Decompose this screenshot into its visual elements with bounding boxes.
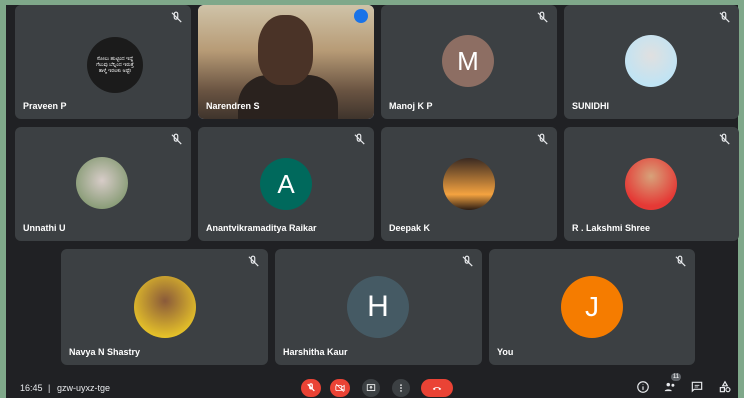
participant-name: You	[497, 347, 514, 357]
participant-tile-manoj[interactable]: M Manoj K P	[381, 5, 557, 119]
present-icon	[366, 384, 376, 391]
participant-tile-you[interactable]: J You	[489, 249, 695, 365]
camera-toggle-button[interactable]	[330, 379, 350, 397]
mic-toggle-button[interactable]	[301, 379, 321, 397]
meeting-time: 16:45	[20, 383, 43, 393]
mic-off-icon	[719, 11, 730, 23]
mic-off-icon	[675, 255, 686, 267]
mic-off-icon	[171, 133, 182, 145]
present-screen-button[interactable]	[362, 379, 380, 397]
people-icon[interactable]	[663, 380, 677, 394]
video-face	[258, 15, 313, 85]
more-vert-icon	[400, 384, 402, 392]
participant-tile-unnathi[interactable]: Unnathi U	[15, 127, 191, 241]
mic-off-icon	[462, 255, 473, 267]
phone-hangup-icon	[432, 386, 442, 391]
participant-tile-harshitha[interactable]: H Harshitha Kaur	[275, 249, 482, 365]
meeting-separator: |	[48, 383, 51, 393]
participant-avatar	[625, 35, 677, 87]
camera-off-icon	[335, 383, 345, 393]
bottom-bar: 16:45 | gzw-uyxz-tge	[0, 375, 744, 398]
participant-name: Anantvikramaditya Raikar	[206, 223, 317, 233]
mic-off-icon	[354, 133, 365, 145]
participant-tile-anantvikramaditya[interactable]: A Anantvikramaditya Raikar	[198, 127, 374, 241]
speaking-indicator-icon	[354, 9, 368, 23]
participant-avatar: A	[260, 158, 312, 210]
avatar-letter: H	[367, 290, 389, 323]
more-options-button[interactable]	[392, 379, 410, 397]
leave-call-button[interactable]	[421, 379, 453, 397]
participant-name: SUNIDHI	[572, 101, 610, 111]
participant-name: Praveen P	[23, 101, 67, 111]
mic-off-icon	[248, 255, 259, 267]
participant-avatar: J	[561, 276, 623, 338]
info-icon[interactable]	[636, 380, 650, 394]
participant-avatar: H	[347, 276, 409, 338]
participant-name: Narendren S	[206, 101, 260, 111]
participant-avatar	[625, 158, 677, 210]
participant-name: Deepak K	[389, 223, 431, 233]
mic-off-icon	[537, 133, 548, 145]
participant-avatar	[76, 157, 128, 209]
avatar-letter: M	[457, 45, 479, 76]
participant-tile-deepak[interactable]: Deepak K	[381, 127, 557, 241]
participant-avatar: ಸೋಲು ಹುಟ್ಟಿಂದ ಇದ್ದೆ ಗೆಲುವು ಬೆನ್ನಿಂದ ಇರುತ…	[87, 37, 143, 93]
participant-avatar	[134, 276, 196, 338]
activities-icon[interactable]	[718, 380, 732, 394]
participant-name: Manoj K P	[389, 101, 433, 111]
participant-avatar	[443, 158, 495, 210]
mic-off-icon	[537, 11, 548, 23]
participant-tile-sunidhi[interactable]: SUNIDHI	[564, 5, 739, 119]
participant-name: Navya N Shastry	[69, 347, 141, 357]
participant-tile-narendren[interactable]: Narendren S	[198, 5, 374, 119]
participant-tile-navya[interactable]: Navya N Shastry	[61, 249, 268, 365]
participant-tile-lakshmi[interactable]: R . Lakshmi Shree	[564, 127, 739, 241]
avatar-letter: A	[277, 168, 295, 199]
participant-tile-praveen[interactable]: ಸೋಲು ಹುಟ್ಟಿಂದ ಇದ್ದೆ ಗೆಲುವು ಬೆನ್ನಿಂದ ಇರುತ…	[15, 5, 191, 119]
avatar-image-text: ಸೋಲು ಹುಟ್ಟಿಂದ ಇದ್ದೆ ಗೆಲುವು ಬೆನ್ನಿಂದ ಇರುತ…	[96, 56, 134, 74]
participant-name: Harshitha Kaur	[283, 347, 348, 357]
avatar-letter: J	[585, 291, 599, 322]
meeting-code: gzw-uyxz-tge	[57, 383, 111, 393]
chat-icon[interactable]	[690, 380, 704, 394]
mic-off-icon	[307, 383, 315, 392]
participant-avatar: M	[442, 35, 494, 87]
participant-name: R . Lakshmi Shree	[572, 223, 651, 233]
participant-name: Unnathi U	[23, 223, 66, 233]
mic-off-icon	[171, 11, 182, 23]
window-frame-left	[0, 0, 6, 398]
mic-off-icon	[719, 133, 730, 145]
participant-count-badge: 11	[671, 373, 681, 381]
